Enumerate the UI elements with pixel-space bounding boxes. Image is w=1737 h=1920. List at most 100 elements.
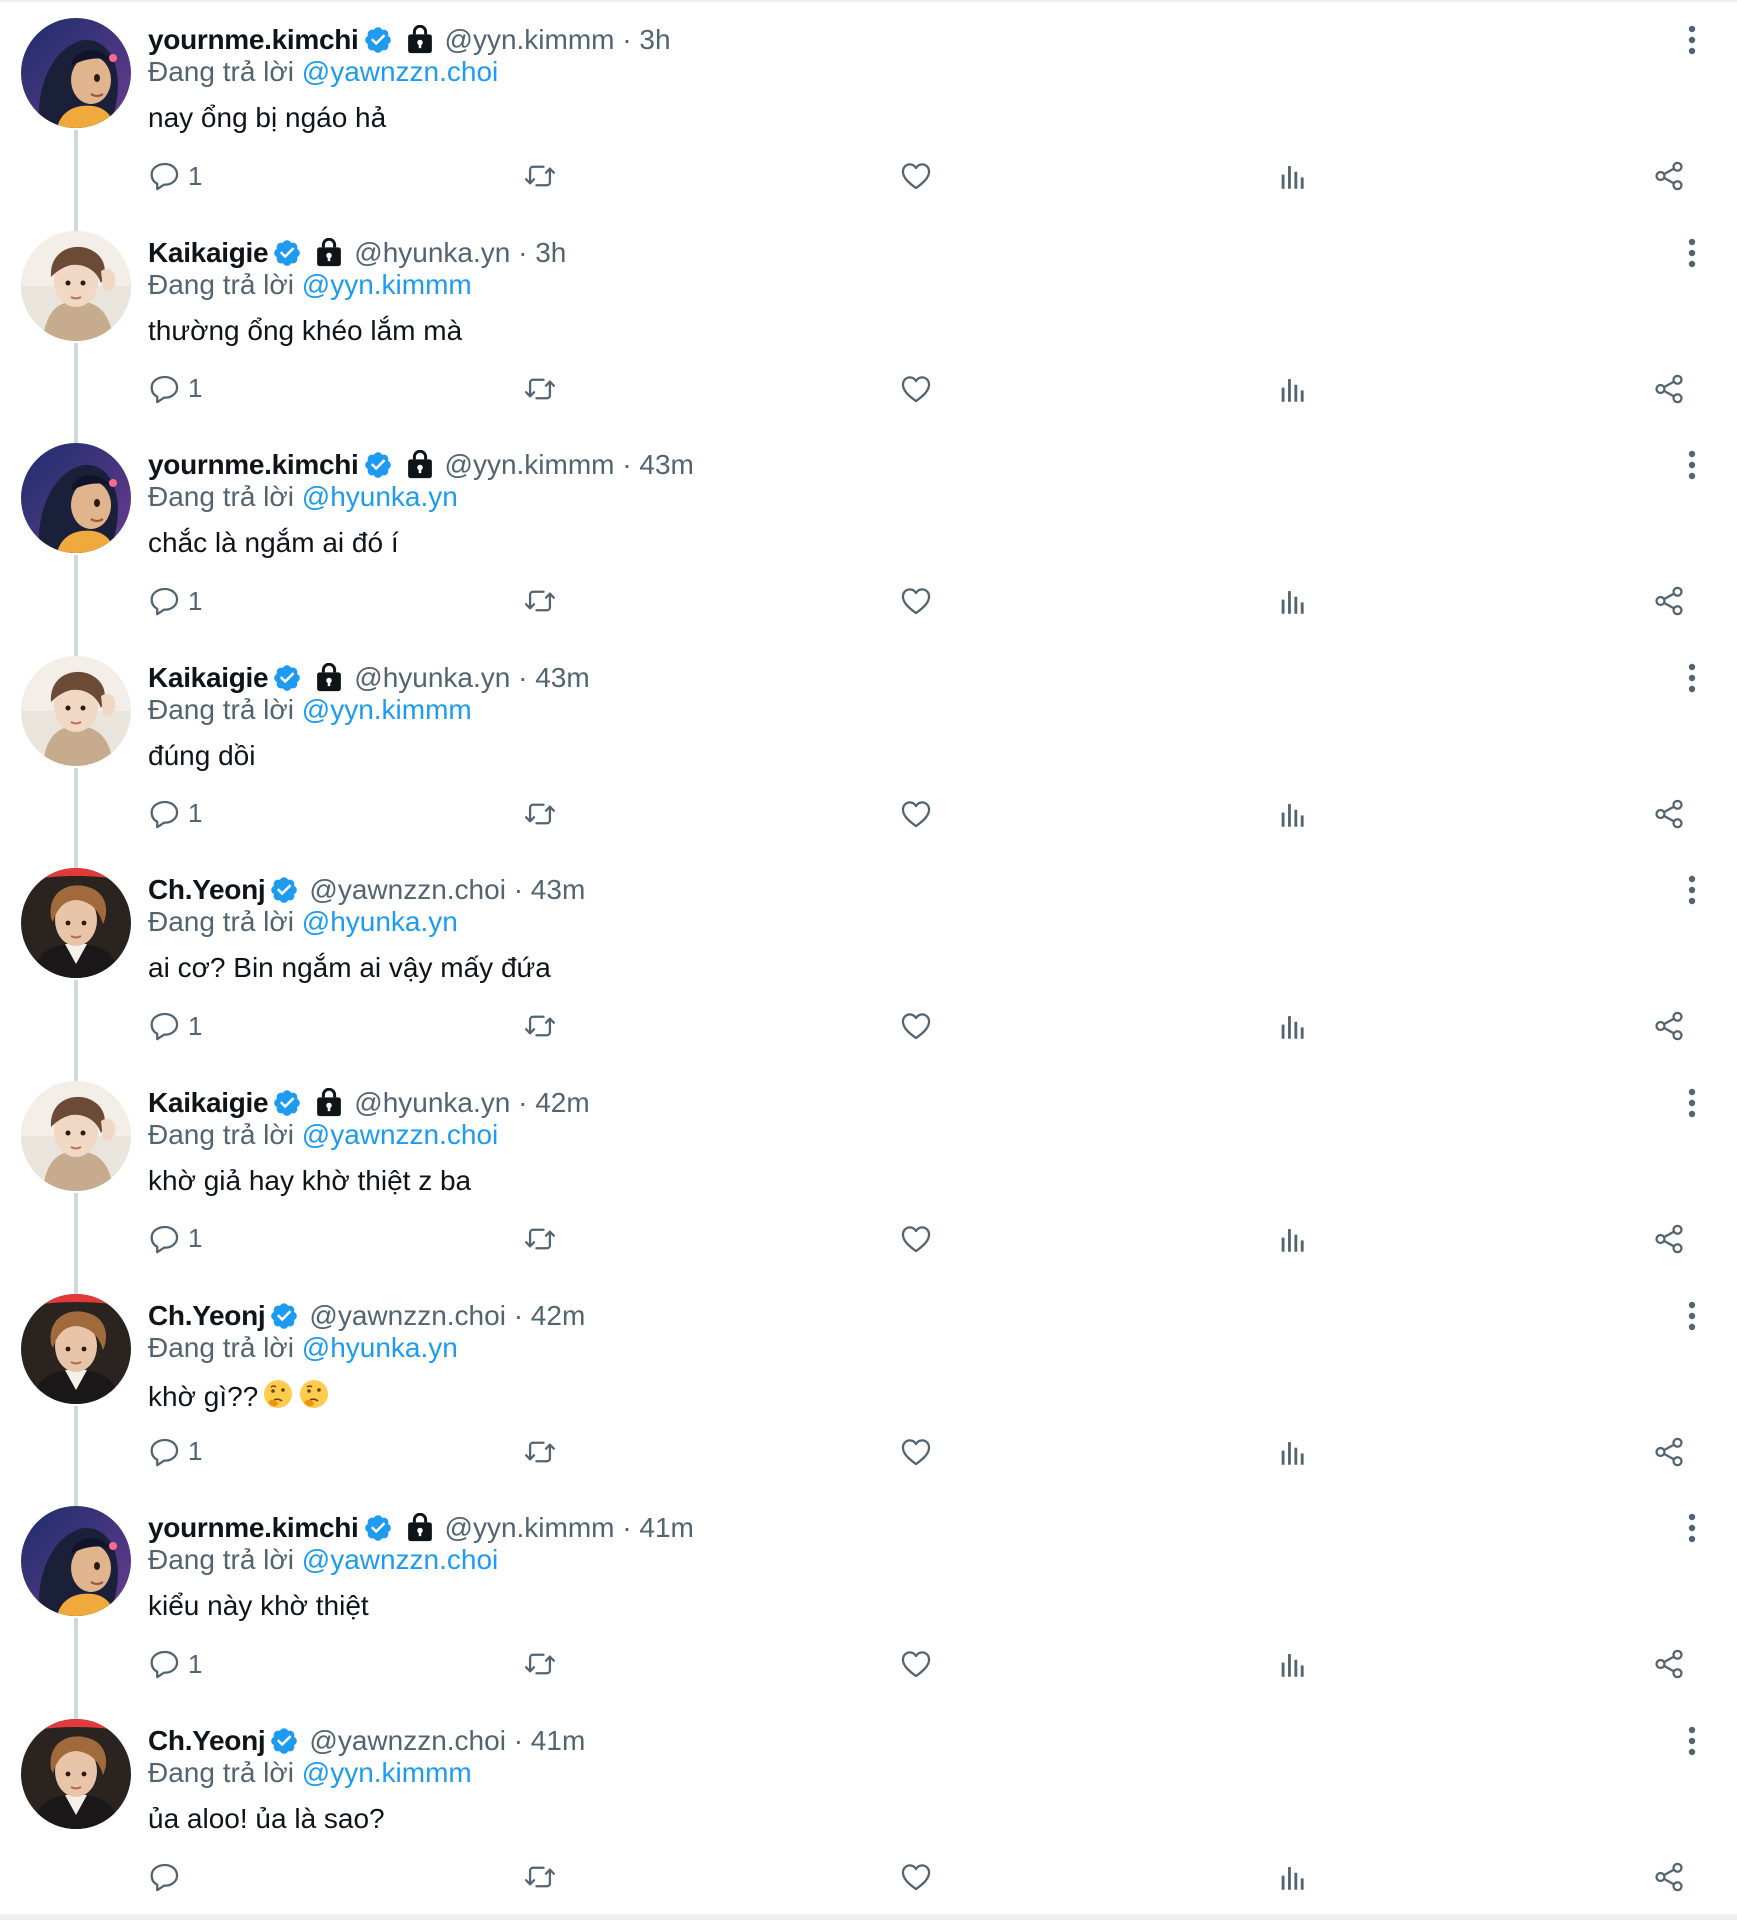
more-options-icon[interactable] <box>1680 235 1704 271</box>
more-options-icon[interactable] <box>1680 1510 1704 1546</box>
reply-button[interactable]: 1 <box>148 583 202 619</box>
display-name[interactable]: Kaikaigie <box>148 237 269 269</box>
avatar-cartoon-girl[interactable] <box>21 1506 131 1617</box>
reply-mention-link[interactable]: @yawnzzn.choi <box>302 1119 499 1150</box>
avatar-boy-light[interactable] <box>21 1080 131 1191</box>
display-name[interactable]: yournme.kimchi <box>148 1512 359 1544</box>
views-button[interactable] <box>1276 1859 1310 1895</box>
share-button[interactable] <box>1652 1008 1686 1044</box>
reply-mention-link[interactable]: @yyn.kimmm <box>302 269 472 300</box>
avatar-cartoon-girl[interactable] <box>21 443 131 554</box>
avatar-boy-dark[interactable] <box>21 868 131 979</box>
reply-mention-link[interactable]: @yyn.kimmm <box>302 1757 472 1788</box>
reply-button[interactable]: 1 <box>148 1008 202 1044</box>
views-button[interactable] <box>1276 371 1310 407</box>
handle-and-time[interactable]: @yyn.kimmm · 43m <box>445 449 694 481</box>
tweet[interactable]: Kaikaigie @hyunka.yn · 43m Đang trả lời … <box>0 638 1737 888</box>
reply-mention-link[interactable]: @hyunka.yn <box>302 481 458 512</box>
more-options-icon[interactable] <box>1680 1723 1704 1759</box>
retweet-button[interactable] <box>523 158 557 194</box>
tweet[interactable]: yournme.kimchi @yyn.kimmm · 3h Đang trả … <box>0 0 1737 250</box>
views-button[interactable] <box>1276 1434 1310 1470</box>
more-options-icon[interactable] <box>1680 22 1704 58</box>
reply-button[interactable]: 1 <box>148 1434 202 1470</box>
reply-button[interactable]: 1 <box>148 1646 202 1682</box>
more-options-icon[interactable] <box>1680 1085 1704 1121</box>
reply-button[interactable]: 1 <box>148 796 202 832</box>
like-button[interactable] <box>899 1859 933 1895</box>
display-name[interactable]: Ch.Yeonj <box>148 874 266 906</box>
avatar-boy-dark[interactable] <box>21 1293 131 1404</box>
reply-mention-link[interactable]: @yawnzzn.choi <box>302 1544 499 1575</box>
avatar-cartoon-girl[interactable] <box>21 18 131 128</box>
more-options-icon[interactable] <box>1680 447 1704 483</box>
display-name[interactable]: yournme.kimchi <box>148 24 359 56</box>
share-button[interactable] <box>1652 1646 1686 1682</box>
handle-and-time[interactable]: @yyn.kimmm · 3h <box>445 24 671 56</box>
more-options-icon[interactable] <box>1680 1298 1704 1334</box>
handle-and-time[interactable]: @yyn.kimmm · 41m <box>445 1512 694 1544</box>
avatar-boy-light[interactable] <box>21 230 131 341</box>
display-name[interactable]: Kaikaigie <box>148 662 269 694</box>
tweet[interactable]: Ch.Yeonj @yawnzzn.choi · 42m Đang trả lờ… <box>0 1276 1737 1526</box>
views-button[interactable] <box>1276 1221 1310 1257</box>
retweet-button[interactable] <box>523 1221 557 1257</box>
tweet-header: Ch.Yeonj @yawnzzn.choi · 41m <box>148 1721 585 1761</box>
share-button[interactable] <box>1652 583 1686 619</box>
share-button[interactable] <box>1652 1221 1686 1257</box>
handle-and-time[interactable]: @hyunka.yn · 43m <box>354 662 589 694</box>
reply-mention-link[interactable]: @yyn.kimmm <box>302 694 472 725</box>
avatar-boy-light[interactable] <box>21 655 131 766</box>
reply-button[interactable] <box>148 1859 188 1895</box>
retweet-button[interactable] <box>523 1859 557 1895</box>
handle-and-time[interactable]: @yawnzzn.choi · 43m <box>309 874 585 906</box>
retweet-button[interactable] <box>523 796 557 832</box>
more-options-icon[interactable] <box>1680 660 1704 696</box>
share-button[interactable] <box>1652 1859 1686 1895</box>
tweet[interactable]: yournme.kimchi @yyn.kimmm · 43m Đang trả… <box>0 425 1737 676</box>
display-name[interactable]: Ch.Yeonj <box>148 1725 266 1757</box>
like-button[interactable] <box>899 1221 933 1257</box>
reply-mention-link[interactable]: @hyunka.yn <box>302 1332 458 1363</box>
reply-mention-link[interactable]: @hyunka.yn <box>302 906 458 937</box>
share-button[interactable] <box>1652 371 1686 407</box>
handle-and-time[interactable]: @yawnzzn.choi · 41m <box>309 1725 585 1757</box>
like-button[interactable] <box>899 796 933 832</box>
avatar-boy-dark[interactable] <box>21 1718 131 1829</box>
retweet-button[interactable] <box>523 1434 557 1470</box>
tweet[interactable]: Kaikaigie @hyunka.yn · 42m Đang trả lời … <box>0 1063 1737 1313</box>
tweet[interactable]: yournme.kimchi @yyn.kimmm · 41m Đang trả… <box>0 1488 1737 1739</box>
share-button[interactable] <box>1652 1434 1686 1470</box>
more-options-icon[interactable] <box>1680 872 1704 908</box>
like-button[interactable] <box>899 371 933 407</box>
share-button[interactable] <box>1652 158 1686 194</box>
display-name[interactable]: yournme.kimchi <box>148 449 359 481</box>
reply-mention-link[interactable]: @yawnzzn.choi <box>302 56 499 87</box>
handle-and-time[interactable]: @yawnzzn.choi · 42m <box>309 1300 585 1332</box>
tweet[interactable]: Ch.Yeonj @yawnzzn.choi · 41m Đang trả lờ… <box>0 1701 1737 1914</box>
handle-and-time[interactable]: @hyunka.yn · 42m <box>354 1087 589 1119</box>
share-button[interactable] <box>1652 796 1686 832</box>
reply-button[interactable]: 1 <box>148 1221 202 1257</box>
tweet[interactable]: Ch.Yeonj @yawnzzn.choi · 43m Đang trả lờ… <box>0 850 1737 1101</box>
handle-and-time[interactable]: @hyunka.yn · 3h <box>354 237 566 269</box>
views-button[interactable] <box>1276 583 1310 619</box>
reply-button[interactable]: 1 <box>148 158 202 194</box>
like-button[interactable] <box>899 158 933 194</box>
display-name[interactable]: Ch.Yeonj <box>148 1300 266 1332</box>
views-button[interactable] <box>1276 1646 1310 1682</box>
views-button[interactable] <box>1276 158 1310 194</box>
retweet-button[interactable] <box>523 371 557 407</box>
tweet[interactable]: Kaikaigie @hyunka.yn · 3h Đang trả lời @… <box>0 213 1737 463</box>
views-button[interactable] <box>1276 1008 1310 1044</box>
views-button[interactable] <box>1276 796 1310 832</box>
like-button[interactable] <box>899 583 933 619</box>
retweet-button[interactable] <box>523 1646 557 1682</box>
like-button[interactable] <box>899 1646 933 1682</box>
retweet-button[interactable] <box>523 1008 557 1044</box>
like-button[interactable] <box>899 1434 933 1470</box>
like-button[interactable] <box>899 1008 933 1044</box>
display-name[interactable]: Kaikaigie <box>148 1087 269 1119</box>
reply-button[interactable]: 1 <box>148 371 202 407</box>
retweet-button[interactable] <box>523 583 557 619</box>
